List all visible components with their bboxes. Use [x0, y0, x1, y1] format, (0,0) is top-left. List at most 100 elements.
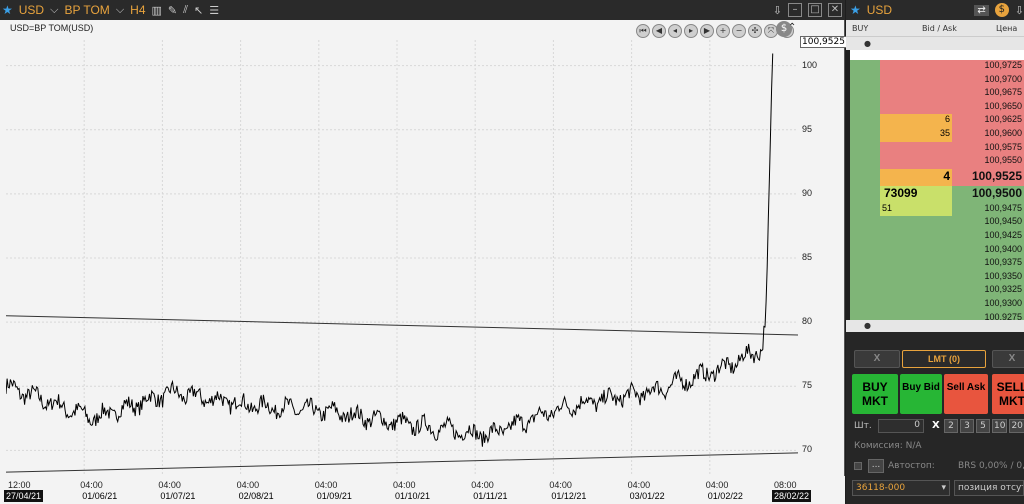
buy-cell[interactable] — [850, 270, 880, 285]
bid-row[interactable]: 100,9350 — [850, 270, 1024, 285]
bid-row[interactable]: 100,9325 — [850, 284, 1024, 298]
expand-icon[interactable]: ✣ — [748, 24, 762, 38]
volume-cell — [880, 229, 952, 244]
buy-cell[interactable] — [850, 100, 880, 115]
sell-market-button[interactable]: SELL MKT — [992, 374, 1024, 414]
x-date-label: 01/07/21 — [160, 491, 196, 501]
pin-icon[interactable]: ⇩ — [1015, 4, 1024, 17]
buy-bid-button[interactable]: Buy Bid — [900, 374, 942, 414]
scroll-right-small-icon[interactable]: ▸ — [684, 24, 698, 38]
minimize-icon[interactable]: – — [788, 3, 802, 17]
candles-icon[interactable]: ▥ — [152, 4, 162, 17]
ask-row[interactable]: 100,9550 — [850, 155, 1024, 169]
cancel-left-button[interactable]: X — [854, 350, 900, 368]
volume-cell — [880, 243, 952, 258]
maximize-icon[interactable]: □ — [808, 3, 822, 17]
ask-row[interactable]: 35 100,9600 — [850, 127, 1024, 142]
position-mode[interactable]: позиция отсутс — [954, 480, 1024, 496]
indicator-icon[interactable]: ⫽ — [183, 3, 188, 17]
scroll-right-icon[interactable]: ▶ — [700, 24, 714, 38]
cancel-right-button[interactable]: X — [992, 350, 1024, 368]
order-book-rows: 100,9725 100,9700 100,9675 100,9650 6 100,962… — [850, 60, 1024, 326]
ask-row[interactable]: 100,9725 — [850, 60, 1024, 74]
cursor-icon[interactable]: ↖ — [194, 4, 203, 17]
buy-cell[interactable] — [850, 284, 880, 298]
book-title: USD — [866, 3, 893, 17]
multiplier-button[interactable]: 10 — [992, 419, 1008, 433]
price-cell: 100,9650 — [952, 100, 1024, 115]
instrument-selector[interactable]: USD — [19, 3, 44, 17]
bid-row[interactable]: 51 100,9475 — [850, 202, 1024, 217]
price-series-line — [6, 53, 774, 447]
close-icon[interactable]: ✕ — [828, 3, 842, 17]
link-icon[interactable]: ⇄ — [974, 4, 989, 16]
x-date-label: 27/04/21 — [4, 490, 44, 502]
buy-cell[interactable] — [850, 257, 880, 271]
scroll-left-small-icon[interactable]: ◂ — [668, 24, 682, 38]
limit-order-button[interactable]: LMT (0) — [902, 350, 986, 368]
y-tick-label: 80 — [802, 316, 813, 327]
buy-cell[interactable] — [850, 202, 880, 217]
buy-cell[interactable] — [850, 185, 880, 203]
buy-cell[interactable] — [850, 127, 880, 142]
board-selector[interactable]: BP TOM — [64, 3, 109, 17]
ask-row[interactable]: 100,9700 — [850, 73, 1024, 88]
pin-icon[interactable]: ⇩ — [773, 4, 782, 17]
buy-cell[interactable] — [850, 141, 880, 156]
filter-icon[interactable]: ● — [864, 321, 871, 330]
chevron-down-icon[interactable]: ⌵ — [116, 3, 124, 17]
bid-row[interactable]: 100,9400 — [850, 243, 1024, 258]
best-ask-row[interactable]: 4 100,9525 — [850, 168, 1024, 186]
trend-line[interactable] — [6, 452, 798, 473]
price-cell: 100,9550 — [952, 155, 1024, 169]
zoom-out-icon[interactable]: − — [732, 24, 746, 38]
bid-row[interactable]: 100,9300 — [850, 297, 1024, 312]
price-cell: 100,9600 — [952, 127, 1024, 142]
scroll-left-icon[interactable]: ◀ — [652, 24, 666, 38]
buy-cell[interactable] — [850, 229, 880, 244]
price-cell: 100,9350 — [952, 270, 1024, 285]
multiplier-button[interactable]: 3 — [960, 419, 974, 433]
ask-row[interactable]: 100,9650 — [850, 100, 1024, 115]
buy-cell[interactable] — [850, 114, 880, 128]
ask-row[interactable]: 100,9675 — [850, 87, 1024, 101]
volume-cell: 4 — [880, 168, 952, 186]
pencil-icon[interactable]: ✎ — [168, 4, 177, 17]
sell-ask-button[interactable]: Sell Ask — [944, 374, 988, 414]
filter-icon[interactable]: ● — [864, 39, 871, 48]
collapse-up-icon[interactable]: ⌃ — [788, 22, 796, 33]
star-icon[interactable]: ★ — [850, 3, 861, 17]
qty-input[interactable]: 0 — [878, 419, 924, 433]
chevron-down-icon[interactable]: ⌵ — [50, 3, 58, 17]
ask-row[interactable]: 6 100,9625 — [850, 114, 1024, 128]
buy-cell[interactable] — [850, 216, 880, 230]
buy-cell[interactable] — [850, 73, 880, 88]
timeframe-selector[interactable]: H4 — [130, 3, 145, 17]
settings-list-icon[interactable]: ☰ — [209, 4, 219, 17]
autostop-settings-button[interactable]: ... — [868, 459, 884, 473]
trend-line[interactable] — [6, 315, 798, 336]
buy-cell[interactable] — [850, 155, 880, 169]
buy-cell[interactable] — [850, 87, 880, 101]
bid-row[interactable]: 100,9450 — [850, 216, 1024, 230]
x-date-label: 28/02/22 — [772, 490, 812, 502]
account-select[interactable]: 36118-000 ▾ — [852, 480, 950, 496]
dollar-icon[interactable]: $ — [994, 3, 1009, 17]
scroll-start-icon[interactable]: ⏮ — [636, 24, 650, 38]
autostop-checkbox[interactable] — [854, 462, 862, 470]
buy-market-button[interactable]: BUY MKT — [852, 374, 898, 414]
multiplier-button[interactable]: 20 — [1009, 419, 1024, 433]
best-bid-row[interactable]: 73099 100,9500 — [850, 185, 1024, 203]
buy-cell[interactable] — [850, 297, 880, 312]
buy-cell[interactable] — [850, 243, 880, 258]
multiplier-button[interactable]: 5 — [976, 419, 990, 433]
ask-row[interactable]: 100,9575 — [850, 141, 1024, 156]
price-chart[interactable] — [6, 40, 798, 476]
star-icon[interactable]: ★ — [2, 3, 13, 17]
buy-cell[interactable] — [850, 60, 880, 74]
zoom-in-icon[interactable]: + — [716, 24, 730, 38]
multiplier-button[interactable]: 2 — [944, 419, 958, 433]
bid-row[interactable]: 100,9425 — [850, 229, 1024, 244]
buy-cell[interactable] — [850, 168, 880, 186]
bid-row[interactable]: 100,9375 — [850, 257, 1024, 271]
